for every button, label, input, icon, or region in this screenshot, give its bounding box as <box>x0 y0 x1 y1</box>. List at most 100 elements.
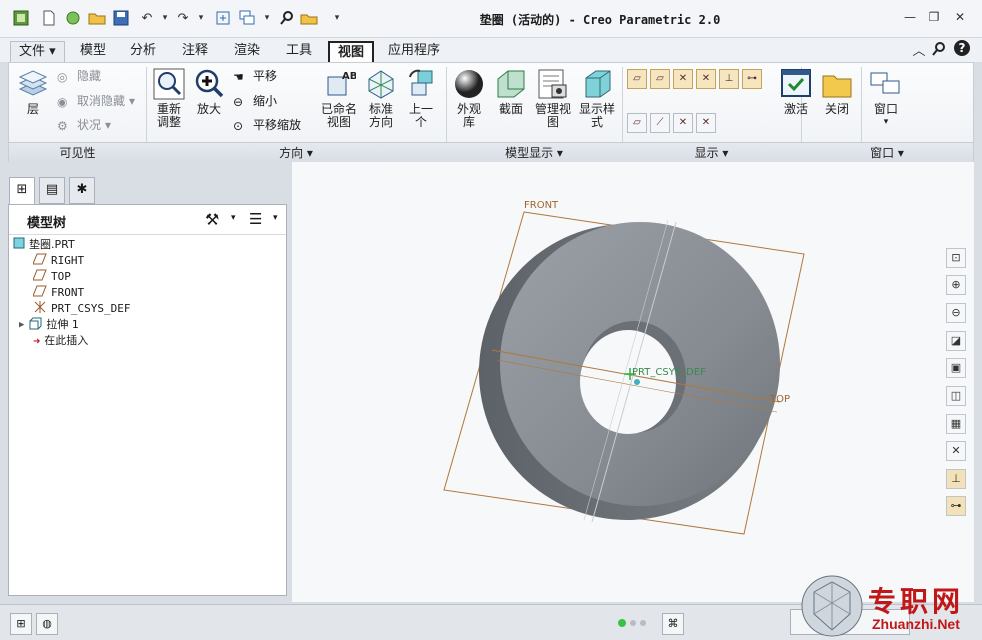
close-window-icon[interactable] <box>300 9 318 27</box>
customize-toolbar-icon[interactable]: ▾ <box>328 9 346 27</box>
refit-tool[interactable]: ⊡ <box>946 248 966 268</box>
tree-columns-icon[interactable]: ☰ <box>249 210 262 228</box>
tab-render[interactable]: 渲染 <box>226 41 268 62</box>
refit-button[interactable]: 重新 调整 <box>151 67 187 129</box>
appearance-gallery-button[interactable]: 外观 库 <box>451 67 487 129</box>
windows-icon[interactable] <box>238 9 256 27</box>
redo-dropdown-icon[interactable]: ▾ <box>192 9 210 27</box>
hide-button[interactable]: ◎ 隐藏 <box>57 67 101 85</box>
standard-orientation-icon <box>364 67 398 101</box>
previous-view-label-2: 个 <box>414 115 427 129</box>
manage-views-button[interactable]: 管理视 图 <box>533 67 573 129</box>
tab-view[interactable]: 视图 <box>328 41 375 62</box>
show-browser-button[interactable]: ◍ <box>36 613 58 635</box>
minimize-icon[interactable]: — <box>900 10 920 26</box>
plane-tag-display-toggle[interactable]: ▱ <box>627 113 647 133</box>
tree-columns-dropdown-icon[interactable]: ▾ <box>273 213 278 223</box>
named-views-button[interactable]: AB 已命名 视图 <box>319 67 359 129</box>
expand-arrow-icon[interactable]: ▶ <box>19 317 24 333</box>
favorites-tab[interactable]: ✱ <box>69 177 95 204</box>
csys-display-toggle[interactable]: ⊥ <box>719 69 739 89</box>
tree-item-part[interactable]: 垫圈.PRT <box>13 237 75 253</box>
display-style-button[interactable]: 显示样 式 <box>575 67 619 129</box>
tab-model[interactable]: 模型 <box>72 41 114 62</box>
plane-display-toggle[interactable]: ▱ <box>627 69 647 89</box>
spin-center-tool[interactable]: ⊶ <box>946 496 966 516</box>
axis-tag-display-icon: ⟋ <box>656 117 664 128</box>
open-session-icon[interactable] <box>64 9 82 27</box>
zoom-out-tool[interactable]: ⊖ <box>946 303 966 323</box>
maximize-icon[interactable]: ❐ <box>924 10 944 26</box>
tab-applications[interactable]: 应用程序 <box>380 41 448 62</box>
model-tree-tab-icon: ⊞ <box>16 182 28 197</box>
zoom-in-tool[interactable]: ⊕ <box>946 275 966 295</box>
help-icon[interactable]: ? <box>953 39 971 57</box>
tree-item-top[interactable]: TOP <box>32 269 71 285</box>
tree-item-csys[interactable]: PRT_CSYS_DEF <box>33 300 130 317</box>
tree-item-insert-here[interactable]: ➜ 在此插入 <box>33 333 88 349</box>
spin-center-toggle[interactable]: ⊶ <box>742 69 762 89</box>
folder-browser-tab[interactable]: ▤ <box>39 177 65 204</box>
tree-settings-icon[interactable]: ⚒ <box>205 210 219 229</box>
section-icon <box>494 67 528 101</box>
previous-view-button[interactable]: 上一 个 <box>403 67 439 129</box>
saved-orientations-icon: ◫ <box>950 389 962 402</box>
pan-button[interactable]: ☚ 平移 <box>233 67 277 85</box>
open-folder-icon[interactable] <box>88 9 106 27</box>
window-button[interactable]: 窗口 ▾ <box>867 67 905 129</box>
point-display-toggle[interactable]: ✕ <box>696 69 716 89</box>
datum-display-icon: ✕ <box>951 444 961 457</box>
tab-annotate[interactable]: 注释 <box>174 41 216 62</box>
close-button[interactable]: 关闭 <box>819 67 855 116</box>
regenerate-icon[interactable] <box>214 9 232 27</box>
refit-icon <box>152 67 186 101</box>
saved-orientations-tool[interactable]: ◫ <box>946 386 966 406</box>
layer-button[interactable]: 层 <box>13 67 53 116</box>
datum-display-tool[interactable]: ✕ <box>946 441 966 461</box>
graphics-viewport[interactable]: FRONT PRT_CSYS_DEF TOP <box>292 162 974 602</box>
save-icon[interactable] <box>112 9 130 27</box>
csys-display-tool[interactable]: ⊥ <box>946 469 966 489</box>
redo-icon[interactable]: ↷ <box>174 9 192 27</box>
status-button[interactable]: ⚙ 状况 ▾ <box>57 116 111 134</box>
repaint-tool[interactable]: ◪ <box>946 331 966 351</box>
standard-orientation-button[interactable]: 标准 方向 <box>363 67 399 129</box>
new-file-icon[interactable] <box>40 9 58 27</box>
model-tree-tab[interactable]: ⊞ <box>9 177 35 205</box>
close-icon[interactable]: ✕ <box>950 10 970 26</box>
tree-item-extrude[interactable]: ▶ 拉伸 1 <box>19 317 79 333</box>
tree-item-right[interactable]: RIGHT <box>32 253 84 269</box>
plane-tag-toggle[interactable]: ▱ <box>650 69 670 89</box>
tab-tools[interactable]: 工具 <box>278 41 320 62</box>
point-tag-display-toggle[interactable]: ✕ <box>673 113 693 133</box>
pan-zoom-button[interactable]: ⊙ 平移缩放 <box>233 116 301 134</box>
csys-tag-display-icon: ✕ <box>701 117 711 128</box>
axis-display-toggle[interactable]: ✕ <box>673 69 693 89</box>
search-icon[interactable] <box>278 9 296 27</box>
group-model-display: 模型显示 ▾ <box>446 142 622 162</box>
zoom-out-button[interactable]: ⊖ 缩小 <box>233 92 277 110</box>
section-button[interactable]: 截面 <box>493 67 529 116</box>
tab-analysis[interactable]: 分析 <box>122 41 164 62</box>
find-button[interactable]: ⌘ <box>662 613 684 635</box>
tab-file[interactable]: 文件 ▾ <box>10 41 65 62</box>
zoom-in-button[interactable]: 放大 <box>191 67 227 116</box>
unhide-dropdown-icon: ▾ <box>129 94 136 108</box>
show-navigator-button[interactable]: ⊞ <box>10 613 32 635</box>
windows-dropdown-icon[interactable]: ▾ <box>258 9 276 27</box>
ribbon-search-icon[interactable] <box>930 40 948 58</box>
unhide-button[interactable]: ◉ 取消隐藏 ▾ <box>57 92 135 110</box>
refit-icon: ⊡ <box>951 251 961 264</box>
undo-dropdown-icon[interactable]: ▾ <box>156 9 174 27</box>
tree-settings-dropdown-icon[interactable]: ▾ <box>231 213 236 223</box>
activate-button[interactable]: 激活 <box>777 67 815 116</box>
display-style-tool[interactable]: ▣ <box>946 358 966 378</box>
axis-tag-display-toggle[interactable]: ⟋ <box>650 113 670 133</box>
watermark-ball-logo <box>800 574 864 638</box>
window-dropdown-icon: ▾ <box>883 117 889 127</box>
undo-icon[interactable]: ↶ <box>138 9 156 27</box>
activate-label: 激活 <box>783 102 808 116</box>
view-manager-tool[interactable]: ▦ <box>946 414 966 434</box>
csys-tag-display-toggle[interactable]: ✕ <box>696 113 716 133</box>
minimize-ribbon-icon[interactable]: ︿ <box>910 40 928 59</box>
